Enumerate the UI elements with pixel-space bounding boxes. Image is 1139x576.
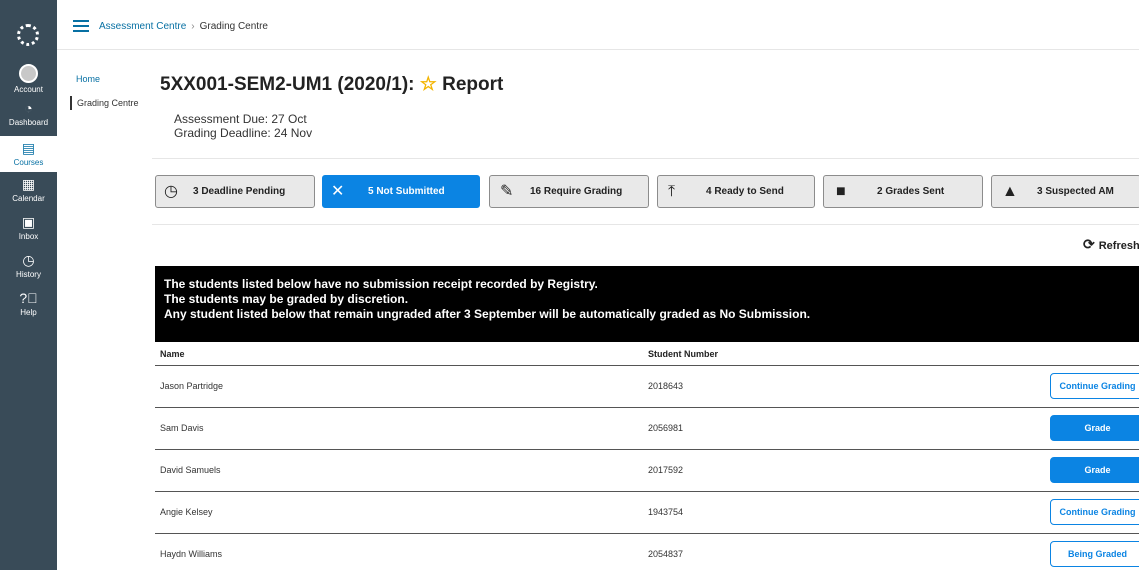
nav-history[interactable]: ◷ History	[0, 252, 57, 279]
nav-calendar[interactable]: ▦ Calendar	[0, 176, 57, 203]
course-nav: Home Grading Centre	[70, 74, 144, 110]
nav-help[interactable]: ?⃝ Help	[0, 290, 57, 317]
tab-not-submitted[interactable]: ✕ 5 Not Submitted	[322, 175, 480, 208]
info-banner: The students listed below have no submis…	[155, 266, 1139, 342]
student-name: Haydn Williams	[160, 549, 223, 559]
tab-grades-sent[interactable]: ■ 2 Grades Sent	[823, 175, 983, 208]
banner-line: The students may be graded by discretion…	[164, 292, 409, 306]
continue-grading-button[interactable]: Continue Grading	[1050, 373, 1139, 399]
assessment-due: Assessment Due: 27 Oct	[174, 112, 307, 126]
tab-label: 2 Grades Sent	[877, 186, 945, 197]
student-number: 2017592	[648, 465, 684, 475]
continue-grading-button[interactable]: Continue Grading	[1050, 499, 1139, 525]
star-icon[interactable]: ☆	[420, 74, 437, 95]
student-name: Sam Davis	[160, 423, 204, 433]
grade-button[interactable]: Grade	[1050, 415, 1139, 441]
banner-line: Any student listed below that remain ung…	[164, 307, 811, 321]
grading-deadline: Grading Deadline: 24 Nov	[174, 126, 313, 140]
nav-label: History	[16, 270, 41, 279]
column-header-student-number: Student Number	[648, 349, 719, 359]
nav-label: Account	[14, 85, 43, 94]
being-graded-button[interactable]: Being Graded	[1050, 541, 1139, 567]
upload-icon: ⤒	[668, 183, 676, 200]
breadcrumb: Assessment Centre › Grading Centre	[99, 21, 268, 32]
course-nav-home[interactable]: Home	[76, 74, 144, 84]
student-name: Jason Partridge	[160, 381, 224, 391]
assessment-dates: Assessment Due: 27 Oct Grading Deadline:…	[174, 112, 312, 140]
grade-button[interactable]: Grade	[1050, 457, 1139, 483]
page-title-suffix: Report	[442, 74, 504, 95]
table-row: Sam Davis 2056981 Grade	[155, 409, 1139, 450]
divider	[152, 224, 1139, 225]
tab-deadline-pending[interactable]: ◷ 3 Deadline Pending	[155, 175, 315, 208]
student-number: 1943754	[648, 507, 684, 517]
clock-icon: ◷	[164, 183, 178, 200]
nav-account[interactable]: Account	[0, 64, 57, 94]
refresh-icon: ⟳	[1083, 236, 1095, 252]
table-row: Jason Partridge 2018643 Continue Grading	[155, 367, 1139, 408]
table-row: David Samuels 2017592 Grade	[155, 451, 1139, 492]
dashboard-icon: ◔	[24, 100, 33, 116]
header-divider	[155, 365, 1139, 366]
courses-icon: ▤	[21, 140, 36, 156]
nav-label: Inbox	[18, 232, 39, 241]
student-name: Angie Kelsey	[160, 507, 213, 517]
page-title: 5XX001-SEM2-UM1 (2020/1): ☆ Report	[160, 73, 503, 96]
nav-courses[interactable]: ▤ Courses	[0, 136, 57, 172]
student-number: 2056981	[648, 423, 684, 433]
help-icon: ?⃝	[19, 290, 38, 306]
nav-label: Calendar	[12, 194, 45, 203]
student-name: David Samuels	[160, 465, 221, 475]
nav-label: Dashboard	[8, 118, 49, 127]
nav-dashboard[interactable]: ◔ Dashboard	[0, 100, 57, 127]
avatar-icon	[19, 64, 38, 83]
tab-ready-to-send[interactable]: ⤒ 4 Ready to Send	[657, 175, 815, 208]
global-nav: Account ◔ Dashboard ▤ Courses ▦ Calendar…	[0, 0, 57, 570]
nav-inbox[interactable]: ▣ Inbox	[0, 214, 57, 241]
institution-logo[interactable]	[17, 24, 39, 46]
pencil-icon: ✎	[500, 183, 514, 200]
breadcrumb-separator: ›	[191, 21, 195, 32]
nav-label: Help	[20, 308, 37, 317]
banner-line: The students listed below have no submis…	[164, 277, 598, 291]
tab-label: 3 Deadline Pending	[193, 186, 286, 197]
warning-icon: ▲	[1002, 183, 1018, 200]
nav-label: Courses	[13, 158, 44, 167]
refresh-label: Refresh	[1098, 240, 1139, 252]
tab-label: 3 Suspected AM	[1037, 186, 1114, 197]
tab-label: 16 Require Grading	[530, 186, 623, 197]
student-number: 2018643	[648, 381, 684, 391]
table-row: Angie Kelsey 1943754 Continue Grading	[155, 493, 1139, 534]
inbox-icon: ▣	[21, 214, 36, 230]
tab-suspected-am[interactable]: ▲ 3 Suspected AM	[991, 175, 1139, 208]
x-icon: ✕	[331, 183, 345, 200]
hamburger-menu-icon[interactable]	[73, 20, 89, 32]
tab-label: 4 Ready to Send	[706, 186, 784, 197]
breadcrumb-current: Grading Centre	[199, 21, 268, 32]
breadcrumb-link[interactable]: Assessment Centre	[99, 21, 186, 32]
divider	[152, 158, 1139, 159]
calendar-icon: ▦	[21, 176, 36, 192]
page-title-text: 5XX001-SEM2-UM1 (2020/1):	[160, 74, 415, 95]
history-icon: ◷	[22, 252, 35, 268]
top-bar: Assessment Centre › Grading Centre	[57, 0, 1139, 50]
student-number: 2054837	[648, 549, 684, 559]
tab-require-grading[interactable]: ✎ 16 Require Grading	[489, 175, 649, 208]
tab-label: 5 Not Submitted	[368, 186, 445, 197]
column-header-name: Name	[160, 349, 185, 359]
course-nav-grading-centre[interactable]: Grading Centre	[70, 96, 144, 110]
lock-icon: ■	[836, 183, 846, 200]
refresh-button[interactable]: ⟳ Refresh	[1083, 236, 1139, 253]
